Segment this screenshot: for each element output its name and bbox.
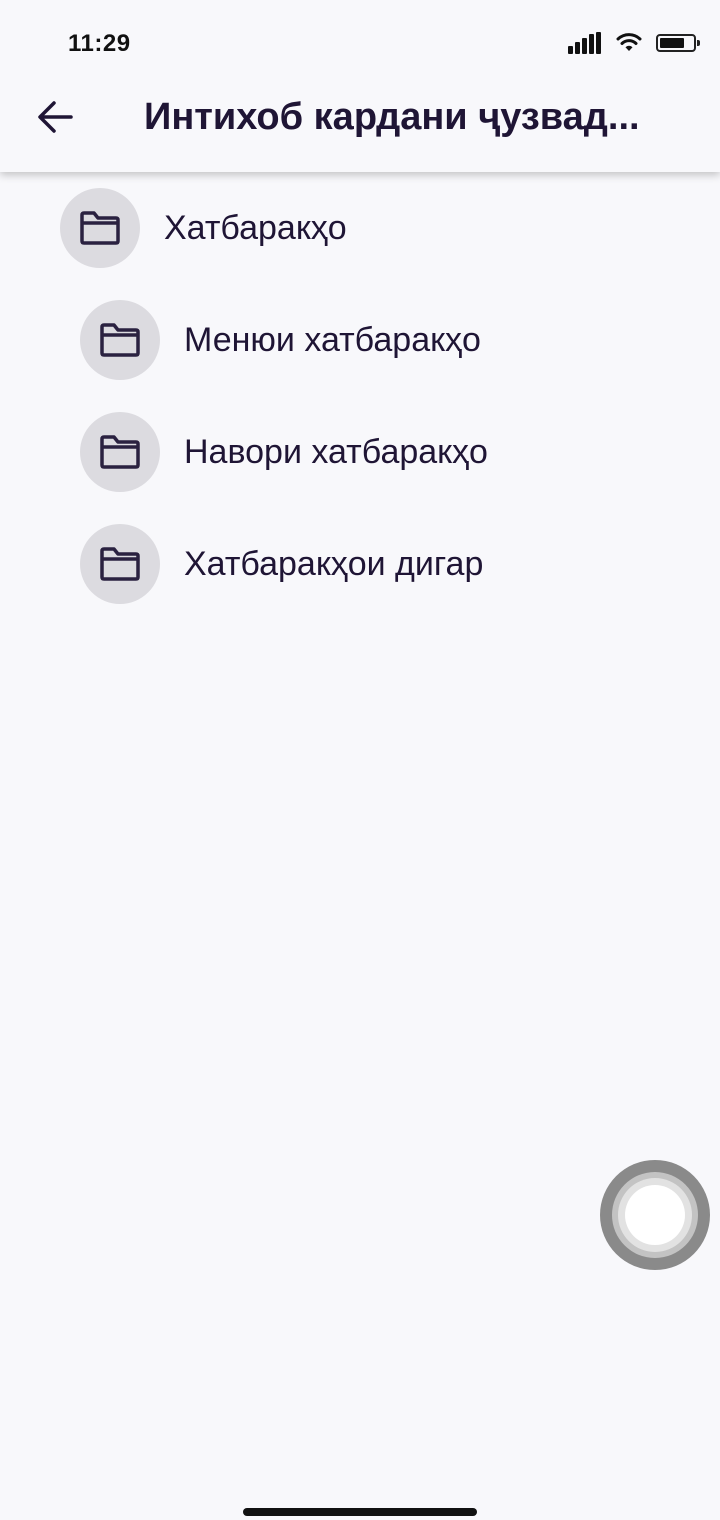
folder-icon (80, 211, 120, 245)
folder-icon-container (80, 524, 160, 604)
folder-item-other[interactable]: Хатбаракҳои дигар (80, 524, 483, 604)
folder-icon (100, 547, 140, 581)
arrow-left-icon (38, 101, 73, 133)
status-icons (568, 28, 700, 58)
folder-label: Менюи хатбаракҳо (184, 320, 481, 359)
folder-item-menu[interactable]: Менюи хатбаракҳо (80, 300, 481, 380)
status-time: 11:29 (68, 30, 131, 57)
folder-icon-container (80, 300, 160, 380)
cellular-signal-icon (568, 32, 601, 54)
folder-item-khatbarakho[interactable]: Хатбаракҳо (60, 188, 347, 268)
folder-icon-container (80, 412, 160, 492)
back-button[interactable] (30, 92, 80, 142)
folder-label: Навори хатбаракҳо (184, 432, 488, 471)
folder-icon (100, 323, 140, 357)
battery-icon (656, 34, 700, 52)
app-header: 11:29 Интихоб кардани ҷузвад... (0, 0, 720, 172)
assistive-touch-button[interactable] (600, 1160, 710, 1270)
home-indicator[interactable] (243, 1508, 477, 1516)
page-title: Интихоб кардани ҷузвад... (144, 96, 640, 138)
folder-icon (100, 435, 140, 469)
folder-label: Хатбаракҳо (164, 208, 347, 247)
folder-item-toolbar[interactable]: Навори хатбаракҳо (80, 412, 488, 492)
folder-icon-container (60, 188, 140, 268)
folder-label: Хатбаракҳои дигар (184, 544, 484, 583)
wifi-icon (616, 33, 642, 51)
